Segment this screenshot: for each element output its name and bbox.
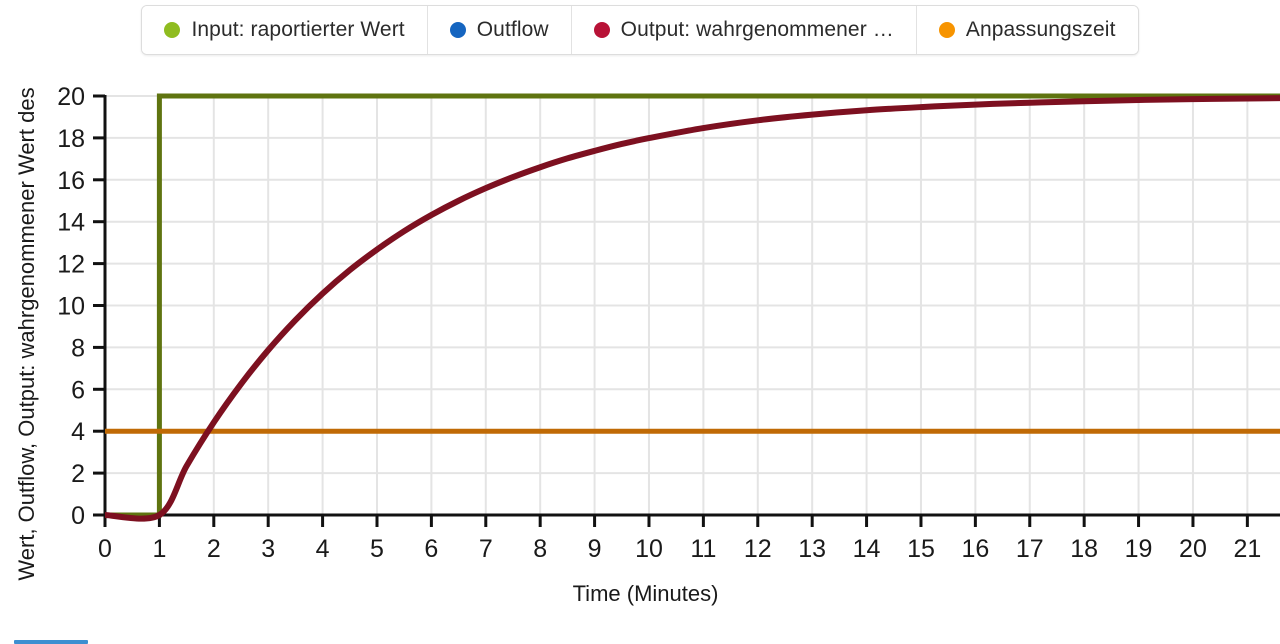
legend-color-dot-icon (593, 22, 610, 38)
tick-labels: 024681012141618200 1 2 3 4 5 6 7 8 9 10 11 12 13 14 15 1… (57, 83, 1261, 563)
legend-item-outflow[interactable]: Outflow (427, 6, 572, 54)
x-axis-tick-label: 13 (798, 535, 826, 563)
chart-svg: 024681012141618200 1 2 3 4 5 6 7 8 9 10 11 12 13 14 15 1… (14, 83, 1280, 606)
x-axis-tick-label: 4 (316, 535, 330, 563)
y-axis-tick-label: 8 (71, 334, 85, 362)
x-axis-tick-label: 19 (1125, 535, 1153, 563)
bottom-accent-bar (14, 640, 88, 644)
legend-color-dot-icon (938, 22, 955, 38)
x-axis-tick-label: 8 (533, 535, 547, 563)
legend-item-output[interactable]: Output: wahrgenommener … (571, 6, 917, 54)
y-axis-tick-label: 16 (57, 167, 85, 195)
y-axis-tick-label: 20 (57, 83, 85, 111)
chart-plot-area: 0 2 4 6 8 10 12 14 16 18 20 0 1 2 3 4 5 6 7 8 9 10 11 12 13 14 15 1… (0, 62, 1280, 644)
x-axis-tick-label: 2 (207, 535, 221, 563)
x-axis-tick-label: 15 (907, 535, 935, 563)
series-line (104, 95, 1280, 522)
y-axis-tick-label: 14 (57, 209, 85, 237)
x-axis-tick-label: 11 (690, 535, 716, 563)
y-axis-tick-label: 12 (57, 251, 85, 279)
x-axis-tick-label: 0 (98, 535, 112, 563)
legend-color-dot-icon (164, 22, 181, 38)
chart-legend-bar: Input: raportierter Wert Outflow Output:… (0, 0, 1280, 62)
x-axis-tick-label: 14 (853, 535, 881, 563)
y-axis-tick-label: 10 (57, 293, 85, 321)
y-axis-tick-label: 18 (57, 125, 85, 153)
x-axis-tick-label: 18 (1070, 535, 1098, 563)
y-axis-tick-label: 6 (71, 376, 85, 404)
x-axis-tick-label: 21 (1233, 535, 1261, 563)
grid-lines (105, 95, 1280, 515)
y-axis-tick-label: 0 (71, 502, 85, 530)
legend-item-input[interactable]: Input: raportierter Wert (142, 6, 428, 54)
x-axis-tick-label: 3 (261, 535, 275, 563)
x-axis-tick-label: 12 (744, 535, 772, 563)
legend-item-label: Output: wahrgenommener … (620, 18, 894, 41)
x-axis-tick-label: 6 (424, 535, 438, 563)
legend-item-label: Input: raportierter Wert (191, 18, 405, 41)
series-lines (104, 93, 1280, 522)
y-axis-title: Wert, Outflow, Output: wahrgenommener We… (14, 87, 39, 580)
legend-item-label: Anpassungszeit (965, 18, 1116, 41)
x-axis-tick-label: 7 (479, 535, 493, 563)
y-axis-tick-label: 2 (71, 460, 85, 488)
x-axis-tick-label: 9 (588, 535, 602, 563)
x-axis-tick-label: 16 (961, 535, 989, 563)
legend-item-label: Outflow (476, 18, 549, 41)
x-axis-tick-label: 20 (1179, 535, 1207, 563)
legend-item-anpassungszeit[interactable]: Anpassungszeit (916, 6, 1138, 54)
legend-color-dot-icon (449, 22, 466, 38)
y-axis-tick-label: 4 (71, 418, 85, 446)
axis-ticks (93, 94, 1249, 527)
x-axis-tick-label: 10 (635, 535, 663, 563)
chart-legend: Input: raportierter Wert Outflow Output:… (141, 5, 1139, 55)
x-axis-tick-label: 1 (152, 535, 166, 563)
x-axis-tick-label: 5 (370, 535, 384, 563)
x-axis-tick-label: 17 (1016, 535, 1044, 563)
x-axis-title: Time (Minutes) (573, 581, 719, 606)
